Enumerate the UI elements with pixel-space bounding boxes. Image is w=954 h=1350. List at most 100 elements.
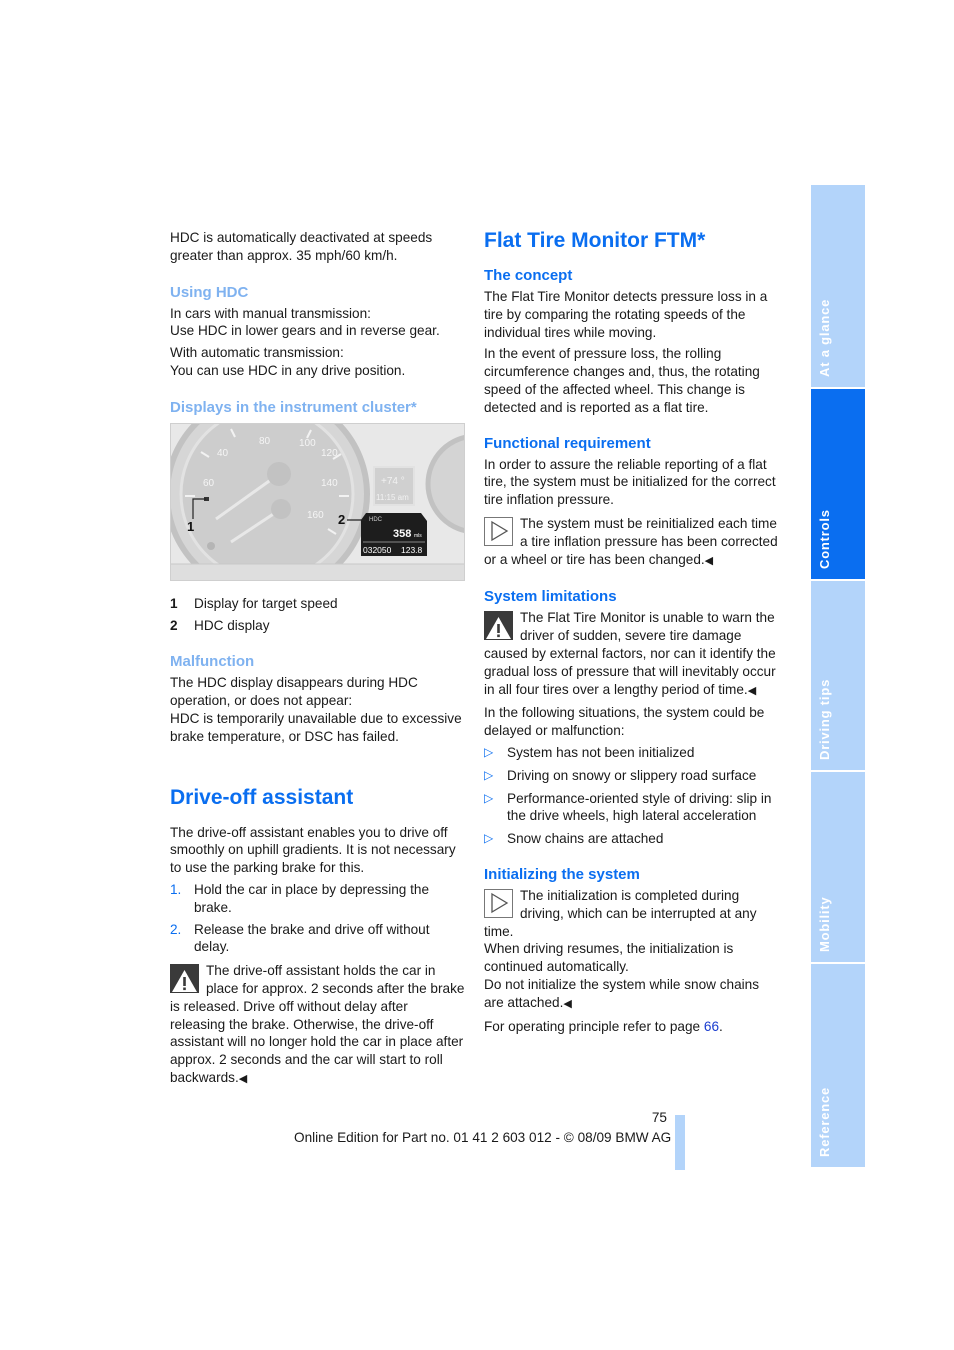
bullet-icon: ▷ [484, 790, 494, 805]
limitations-heading: System limitations [484, 588, 617, 606]
callout-1: 1 [187, 519, 194, 534]
limitations-intro: In the following situations, the system … [484, 705, 765, 739]
right-column: Flat Tire Monitor FTM* The concept The F… [484, 229, 779, 1039]
note-arrow-icon [484, 888, 513, 918]
bullet-icon: ▷ [484, 744, 494, 759]
figure-legend-item: 1 Display for target speed [170, 595, 465, 613]
reference-end: . [719, 1018, 723, 1034]
functional-heading: Functional requirement [484, 434, 651, 452]
gauge-label: 60 [203, 478, 215, 489]
gauge-label: 40 [217, 448, 229, 459]
hdc-display-label: HDC [369, 517, 383, 523]
malfunction-text-1: The HDC display disappears during HDC op… [170, 675, 418, 709]
end-mark-icon: ◀ [563, 997, 572, 1010]
callout-2: 2 [338, 512, 345, 527]
figure-legend-item: 2 HDC display [170, 617, 465, 635]
edition-footer: Online Edition for Part no. 01 41 2 603 … [294, 1130, 672, 1145]
legend-text: Display for target speed [194, 595, 338, 611]
gauge-label: 80 [259, 436, 271, 447]
initializing-heading: Initializing the system [484, 865, 640, 883]
malfunction-heading: Malfunction [170, 653, 255, 671]
gauge-label: 140 [321, 478, 338, 489]
limitation-item: ▷ System has not been initialized [484, 744, 779, 762]
displays-heading: Displays in the instrument cluster* [170, 398, 417, 416]
clock-readout: 11:15 am [376, 493, 409, 502]
limitations-warning: The Flat Tire Monitor is unable to warn … [484, 609, 779, 700]
tab-label: At a glance [817, 298, 832, 377]
limitation-item: ▷ Performance-oriented style of driving:… [484, 790, 779, 826]
functional-note: The system must be reinitialized each ti… [484, 515, 779, 570]
functional-p1: In order to assure the reliable reportin… [484, 456, 776, 508]
left-column: HDC is automatically deactivated at spee… [170, 229, 465, 1093]
instrument-cluster-figure: 40 60 80 100 120 140 160 1 +74 ° 11:15 a… [170, 422, 465, 581]
range-unit: mls [414, 533, 422, 539]
tab-label: Mobility [817, 896, 832, 952]
temperature-readout: +74 ° [381, 476, 405, 487]
automatic-transmission-line: With automatic transmission: [170, 345, 344, 361]
warning-text: The Flat Tire Monitor is unable to warn … [484, 610, 776, 697]
end-mark-icon: ◀ [704, 554, 714, 567]
warning-icon [170, 964, 199, 994]
limitation-text: Performance-oriented style of driving: s… [507, 790, 772, 824]
automatic-transmission-text: You can use HDC in any drive position. [170, 362, 406, 378]
page-number: 75 [651, 1110, 667, 1125]
limitation-text: System has not been initialized [507, 744, 695, 760]
tab-controls[interactable]: Controls [811, 389, 865, 579]
tab-label: Controls [817, 509, 832, 569]
note-text: The system must be reinitialized each ti… [484, 515, 778, 567]
trip-readout: 123.8 [401, 545, 423, 555]
tab-mobility[interactable]: Mobility [811, 772, 865, 962]
tab-reference[interactable]: Reference [811, 964, 865, 1167]
manual-transmission-text: Use HDC in lower gears and in reverse ge… [170, 323, 440, 339]
step-number: 2. [170, 921, 182, 937]
step-text: Release the brake and drive off without … [194, 921, 430, 955]
range-value: 358 [393, 528, 411, 540]
tab-label: Driving tips [817, 678, 832, 760]
warning-icon [484, 611, 513, 641]
limitation-text: Snow chains are attached [507, 831, 664, 847]
legend-text: HDC display [194, 617, 270, 633]
limitation-text: Driving on snowy or slippery road surfac… [507, 767, 757, 783]
instrument-cluster-illustration: 40 60 80 100 120 140 160 1 +74 ° 11:15 a… [171, 423, 464, 580]
warning-text: The drive-off assistant holds the car in… [170, 963, 465, 1085]
drive-off-heading: Drive-off assistant [170, 785, 354, 809]
odometer-readout: 032050 [363, 545, 392, 555]
note-text-3: Do not initialize the system while snow … [484, 976, 760, 1010]
gauge-label: 120 [321, 448, 338, 459]
ftm-title: Flat Tire Monitor FTM* [484, 229, 706, 252]
end-mark-icon: ◀ [747, 684, 757, 697]
bullet-icon: ▷ [484, 831, 494, 846]
hdc-intro: HDC is automatically deactivated at spee… [170, 230, 433, 263]
using-hdc-heading: Using HDC [170, 283, 249, 301]
limitation-item: ▷ Driving on snowy or slippery road surf… [484, 767, 779, 785]
legend-number: 2 [170, 617, 178, 633]
end-mark-icon: ◀ [238, 1072, 248, 1085]
footer-marker-bar [675, 1115, 685, 1170]
note-arrow-icon [484, 516, 513, 546]
malfunction-text-2: HDC is temporarily unavailable due to ex… [170, 710, 462, 744]
drive-off-warning: The drive-off assistant holds the car in… [170, 962, 465, 1089]
tab-at-a-glance[interactable]: At a glance [811, 185, 865, 387]
gauge-label: 160 [307, 510, 324, 521]
chapter-tabs: At a glance Controls Driving tips Mobili… [811, 185, 865, 1169]
step-item: 1. Hold the car in place by depressing t… [170, 881, 465, 917]
page-reference: For operating principle refer to page 66… [484, 1018, 779, 1036]
legend-number: 1 [170, 595, 178, 611]
limitation-item: ▷ Snow chains are attached [484, 830, 779, 848]
manual-transmission-line: In cars with manual transmission: [170, 305, 371, 321]
reference-text: For operating principle refer to page [484, 1018, 704, 1034]
drive-off-intro: The drive-off assistant enables you to d… [170, 824, 456, 876]
concept-heading: The concept [484, 267, 573, 284]
step-item: 2. Release the brake and drive off witho… [170, 921, 465, 957]
step-text: Hold the car in place by depressing the … [194, 881, 430, 915]
gauge-label: 100 [299, 438, 316, 449]
note-text-1: The initialization is completed during d… [484, 887, 757, 939]
concept-p2: In the event of pressure loss, the rolli… [484, 346, 760, 415]
concept-p1: The Flat Tire Monitor detects pressure l… [484, 289, 768, 340]
bullet-icon: ▷ [484, 767, 494, 782]
initializing-note: The initialization is completed during d… [484, 887, 779, 1014]
tab-driving-tips[interactable]: Driving tips [811, 581, 865, 770]
note-text-2: When driving resumes, the initialization… [484, 941, 734, 975]
page-66-link[interactable]: 66 [704, 1019, 719, 1034]
step-number: 1. [170, 881, 182, 897]
